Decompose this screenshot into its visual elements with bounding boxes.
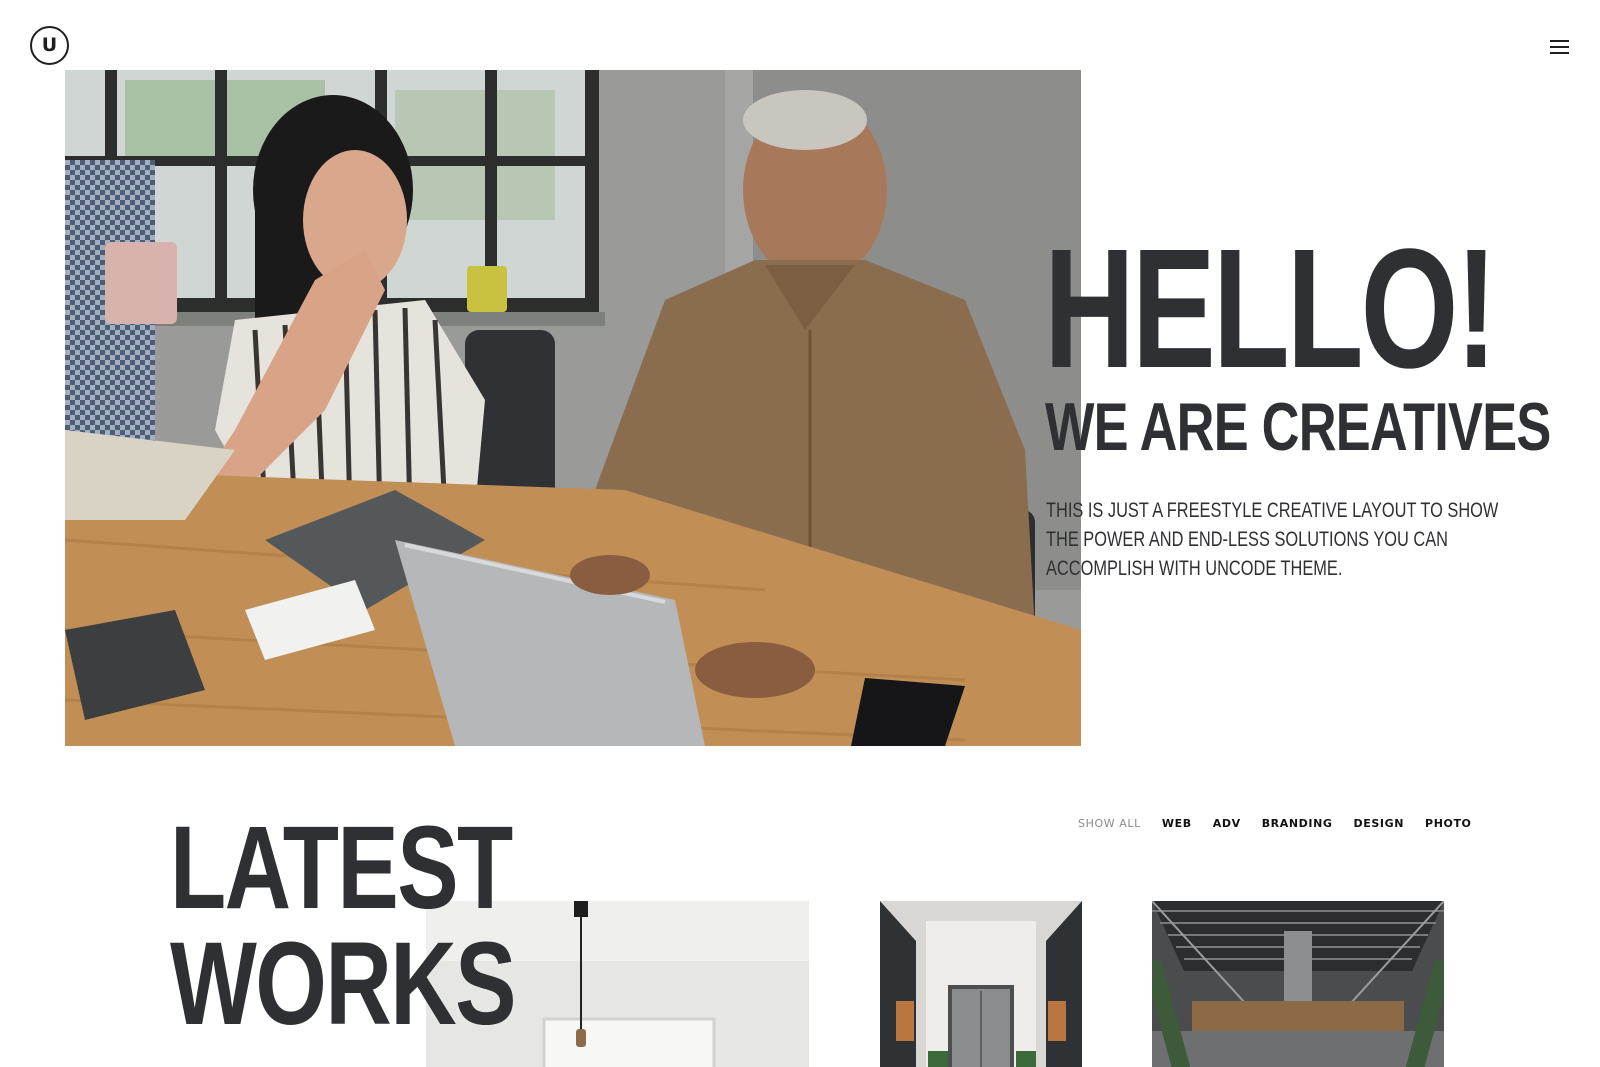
work-card-2[interactable]: [880, 901, 1082, 1067]
site-logo[interactable]: U: [30, 26, 69, 65]
work-card-3[interactable]: [1152, 901, 1444, 1067]
portfolio-filter-nav: SHOW ALL WEB ADV BRANDING DESIGN PHOTO: [1078, 817, 1493, 830]
latest-works-title: LATEST WORKS: [170, 802, 517, 1050]
hero-description: THIS IS JUST A FREESTYLE CREATIVE LAYOUT…: [1046, 499, 1499, 580]
filter-show-all[interactable]: SHOW ALL: [1078, 817, 1141, 830]
page: U HELLO! WE ARE CREATIVES THIS IS JUST A…: [0, 0, 1600, 1067]
hero-image: [65, 70, 1081, 746]
filter-photo[interactable]: PHOTO: [1425, 817, 1471, 830]
filter-adv[interactable]: ADV: [1213, 817, 1241, 830]
filter-design[interactable]: DESIGN: [1354, 817, 1405, 830]
hamburger-menu-icon[interactable]: [1548, 38, 1572, 56]
filter-branding[interactable]: BRANDING: [1262, 817, 1333, 830]
hero-subtitle: WE ARE CREATIVES: [1045, 389, 1551, 465]
filter-web[interactable]: WEB: [1162, 817, 1192, 830]
latest-works-title-line1: LATEST: [170, 802, 513, 934]
hero-title: HELLO!: [1044, 214, 1497, 404]
latest-works-title-line2: WORKS: [170, 918, 517, 1050]
